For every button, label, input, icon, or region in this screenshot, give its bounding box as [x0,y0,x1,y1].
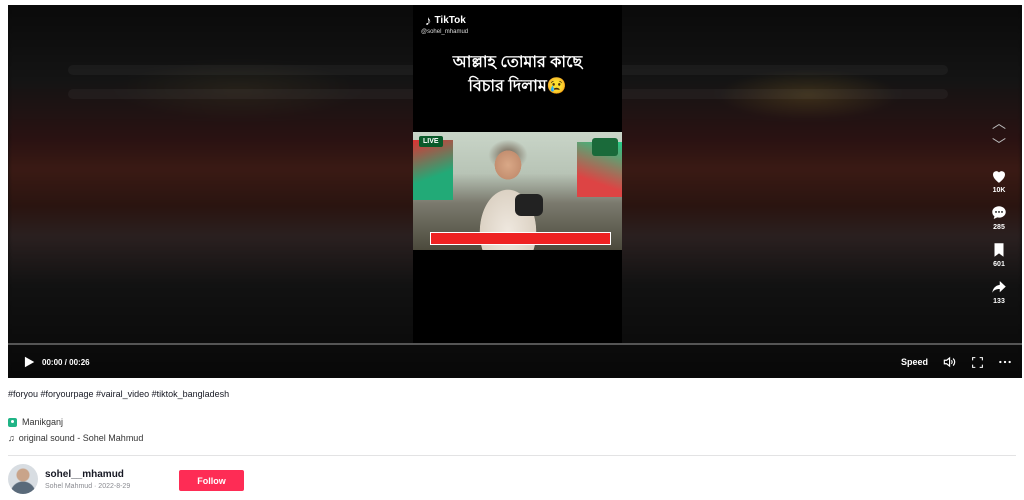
progress-bar[interactable] [8,343,1022,345]
next-video-button[interactable]: ﹀ [989,135,1009,155]
channel-live-badge: LIVE [419,136,443,147]
caption-line: আল্লাহ তোমার কাছে [452,54,583,71]
video-player[interactable]: ♪ TikTok @sohel_mhamud আল্লাহ তোমার কাছে… [8,5,1022,378]
video-scene: LIVE [413,132,622,250]
hashtags[interactable]: #foryou #foryourpage #vairal_video #tikt… [8,389,229,399]
save-count: 601 [993,261,1005,268]
music-note-icon: ♫ [8,433,15,443]
video-frame[interactable]: ♪ TikTok @sohel_mhamud আল্লাহ তোমার কাছে… [413,5,622,345]
sound-label: original sound - Sohel Mahmud [18,433,144,443]
control-bar-right: Speed [901,355,1012,369]
share-button[interactable]: 133 [990,278,1008,305]
author-info: sohel__mhamud Sohel Mahmud · 2022-8-29 [8,464,130,494]
channel-logo [592,138,618,156]
speed-button[interactable]: Speed [901,357,928,367]
author-username[interactable]: sohel__mhamud [45,469,130,480]
video-caption: আল্লাহ তোমার কাছে বিচার দিলাম😢 [413,51,622,99]
more-options-button[interactable] [998,355,1012,369]
like-count: 10K [992,187,1006,194]
follow-button[interactable]: Follow [179,470,244,491]
watermark-text: TikTok [434,15,466,26]
divider [8,455,1016,456]
caption-line: বিচার দিলাম😢 [468,78,567,95]
play-icon[interactable] [22,355,36,369]
tiktok-watermark: ♪ TikTok [425,13,466,28]
bookmark-icon [994,243,1004,257]
volume-button[interactable] [942,355,956,369]
comment-icon [992,206,1006,219]
save-button[interactable]: 601 [990,241,1008,268]
volume-icon [943,356,956,368]
heart-icon [993,171,1005,183]
avatar[interactable] [8,464,38,494]
chevron-down-icon: ﹀ [992,137,1006,153]
microphone [515,194,543,216]
control-bar: 00:00 / 00:26 Speed [8,349,1022,375]
previous-video-button[interactable]: ︿ [989,113,1009,133]
time-display: 00:00 / 00:26 [42,357,90,367]
author-text: sohel__mhamud Sohel Mahmud · 2022-8-29 [45,469,130,490]
sound-link[interactable]: ♫ original sound - Sohel Mahmud [8,433,143,443]
fullscreen-button[interactable] [970,355,984,369]
fullscreen-icon [971,356,983,368]
comment-button[interactable]: 285 [990,204,1008,231]
more-dots-icon [999,360,1011,364]
location-link[interactable]: Manikganj [8,417,63,427]
location-label: Manikganj [22,417,64,427]
action-rail: ︿ ﹀ 10K 285 601 133 [984,113,1014,315]
location-pin-icon [8,417,17,427]
chevron-up-icon: ︿ [992,115,1006,131]
share-arrow-icon [992,281,1006,293]
news-banner [430,232,611,245]
flag-left [413,140,453,200]
author-subline: Sohel Mahmud · 2022-8-29 [45,482,131,490]
comment-count: 285 [993,224,1005,231]
watermark-handle: @sohel_mhamud [421,29,469,35]
like-button[interactable]: 10K [990,167,1008,194]
share-count: 133 [993,298,1005,305]
tiktok-logo-icon: ♪ [425,13,432,28]
